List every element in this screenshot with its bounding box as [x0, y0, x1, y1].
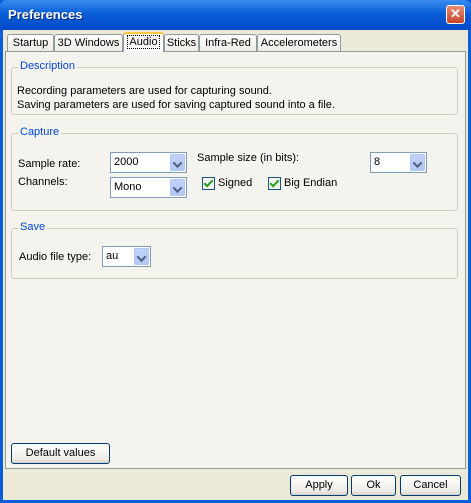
channels-label: Channels:: [18, 176, 68, 188]
tab-audio[interactable]: Audio: [123, 32, 164, 52]
tab-infra-red[interactable]: Infra-Red: [199, 34, 257, 51]
description-group: Description Recording parameters are use…: [11, 60, 458, 115]
capture-legend: Capture: [18, 126, 62, 138]
sample-rate-value: 2000: [114, 156, 139, 168]
audio-file-type-select[interactable]: au: [102, 246, 151, 267]
sample-rate-label: Sample rate:: [18, 158, 81, 170]
signed-checkbox[interactable]: [202, 177, 215, 190]
chevron-down-icon[interactable]: [170, 179, 185, 196]
sample-size-label: Sample size (in bits):: [197, 152, 300, 164]
chevron-down-icon[interactable]: [170, 154, 185, 171]
preferences-window: Preferences ✕ Startup 3D Windows Audio S…: [0, 0, 471, 503]
save-group: Save Audio file type: au: [11, 221, 458, 279]
save-legend: Save: [18, 221, 48, 233]
description-line-2: Saving parameters are used for saving ca…: [17, 99, 335, 111]
default-values-button[interactable]: Default values: [11, 443, 110, 464]
chevron-down-icon[interactable]: [134, 248, 149, 265]
ok-button[interactable]: Ok: [351, 475, 396, 496]
big-endian-checkbox[interactable]: [268, 177, 281, 190]
sample-size-select[interactable]: 8: [370, 152, 427, 173]
tab-accelerometers[interactable]: Accelerometers: [257, 34, 341, 51]
title-bar[interactable]: Preferences ✕: [0, 0, 471, 30]
cancel-button[interactable]: Cancel: [400, 475, 461, 496]
dialog-body: Startup 3D Windows Audio Sticks Infra-Re…: [3, 30, 468, 500]
apply-button[interactable]: Apply: [290, 475, 348, 496]
channels-value: Mono: [114, 181, 142, 193]
capture-group: Capture Sample rate: 2000 Channels: Mono…: [11, 126, 458, 211]
tab-startup[interactable]: Startup: [7, 34, 54, 51]
description-line-1: Recording parameters are used for captur…: [17, 85, 272, 97]
tab-sticks[interactable]: Sticks: [164, 34, 199, 51]
sample-rate-select[interactable]: 2000: [110, 152, 187, 173]
audio-tab-panel: Description Recording parameters are use…: [5, 51, 466, 469]
big-endian-label: Big Endian: [284, 177, 338, 189]
audio-file-type-label: Audio file type:: [19, 251, 92, 263]
window-title: Preferences: [8, 7, 83, 22]
channels-select[interactable]: Mono: [110, 177, 187, 198]
close-icon[interactable]: ✕: [446, 5, 465, 24]
audio-file-type-value: au: [106, 250, 119, 262]
signed-label: Signed: [218, 177, 253, 189]
tab-3d-windows[interactable]: 3D Windows: [54, 34, 123, 51]
tab-audio-label: Audio: [127, 35, 160, 49]
chevron-down-icon[interactable]: [410, 154, 425, 171]
sample-size-value: 8: [374, 156, 381, 168]
description-legend: Description: [18, 60, 78, 72]
